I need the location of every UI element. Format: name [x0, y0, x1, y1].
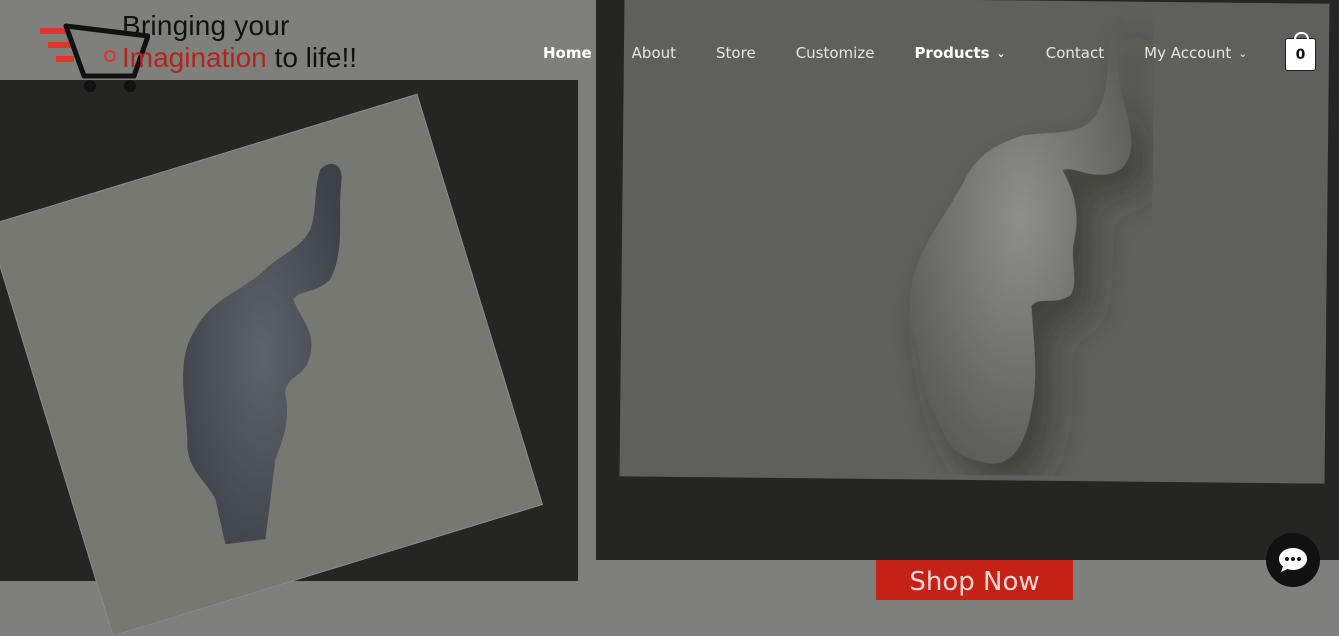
brand-tagline-line2: Imagination to life!! [122, 42, 357, 74]
cart-count: 0 [1295, 46, 1306, 63]
nav-item-label: Contact [1045, 44, 1105, 62]
chat-bubble-icon [1279, 548, 1307, 572]
nav-item-home[interactable]: Home [543, 44, 592, 62]
nav-item-label: My Account [1144, 44, 1232, 62]
nav-item-label: Store [716, 44, 756, 62]
nav-item-customize[interactable]: Customize [796, 44, 875, 62]
main-navigation: Home About Store Customize Products ⌄ Co… [543, 44, 1288, 62]
shop-now-label: Shop Now [909, 567, 1040, 597]
nav-item-about[interactable]: About [632, 44, 676, 62]
brand-tagline-line1: Bringing your [122, 10, 290, 41]
elephant-figurine-right [910, 15, 1132, 464]
brand-tagline-accent: Imagination [122, 42, 267, 73]
chevron-down-icon: ⌄ [996, 46, 1006, 60]
brand-tagline-rest: to life!! [266, 42, 358, 73]
nav-item-my-account[interactable]: My Account ⌄ [1144, 44, 1247, 62]
elephant-figurine-left [183, 163, 342, 545]
cart-button[interactable]: 0 [1285, 32, 1316, 71]
nav-item-label: Customize [795, 44, 875, 62]
site-logo[interactable]: Bringing your Imagination to life!! [38, 8, 398, 94]
nav-item-label: Home [543, 44, 592, 62]
chevron-down-icon: ⌄ [1238, 46, 1248, 60]
nav-item-contact[interactable]: Contact [1046, 44, 1104, 62]
nav-item-label: Products [914, 44, 990, 62]
shop-now-button[interactable]: Shop Now [876, 560, 1073, 600]
chat-button[interactable] [1266, 533, 1320, 587]
nav-item-products[interactable]: Products ⌄ [914, 44, 1005, 62]
nav-item-store[interactable]: Store [716, 44, 756, 62]
nav-item-label: About [631, 44, 677, 62]
hero-image-right [619, 0, 1330, 484]
